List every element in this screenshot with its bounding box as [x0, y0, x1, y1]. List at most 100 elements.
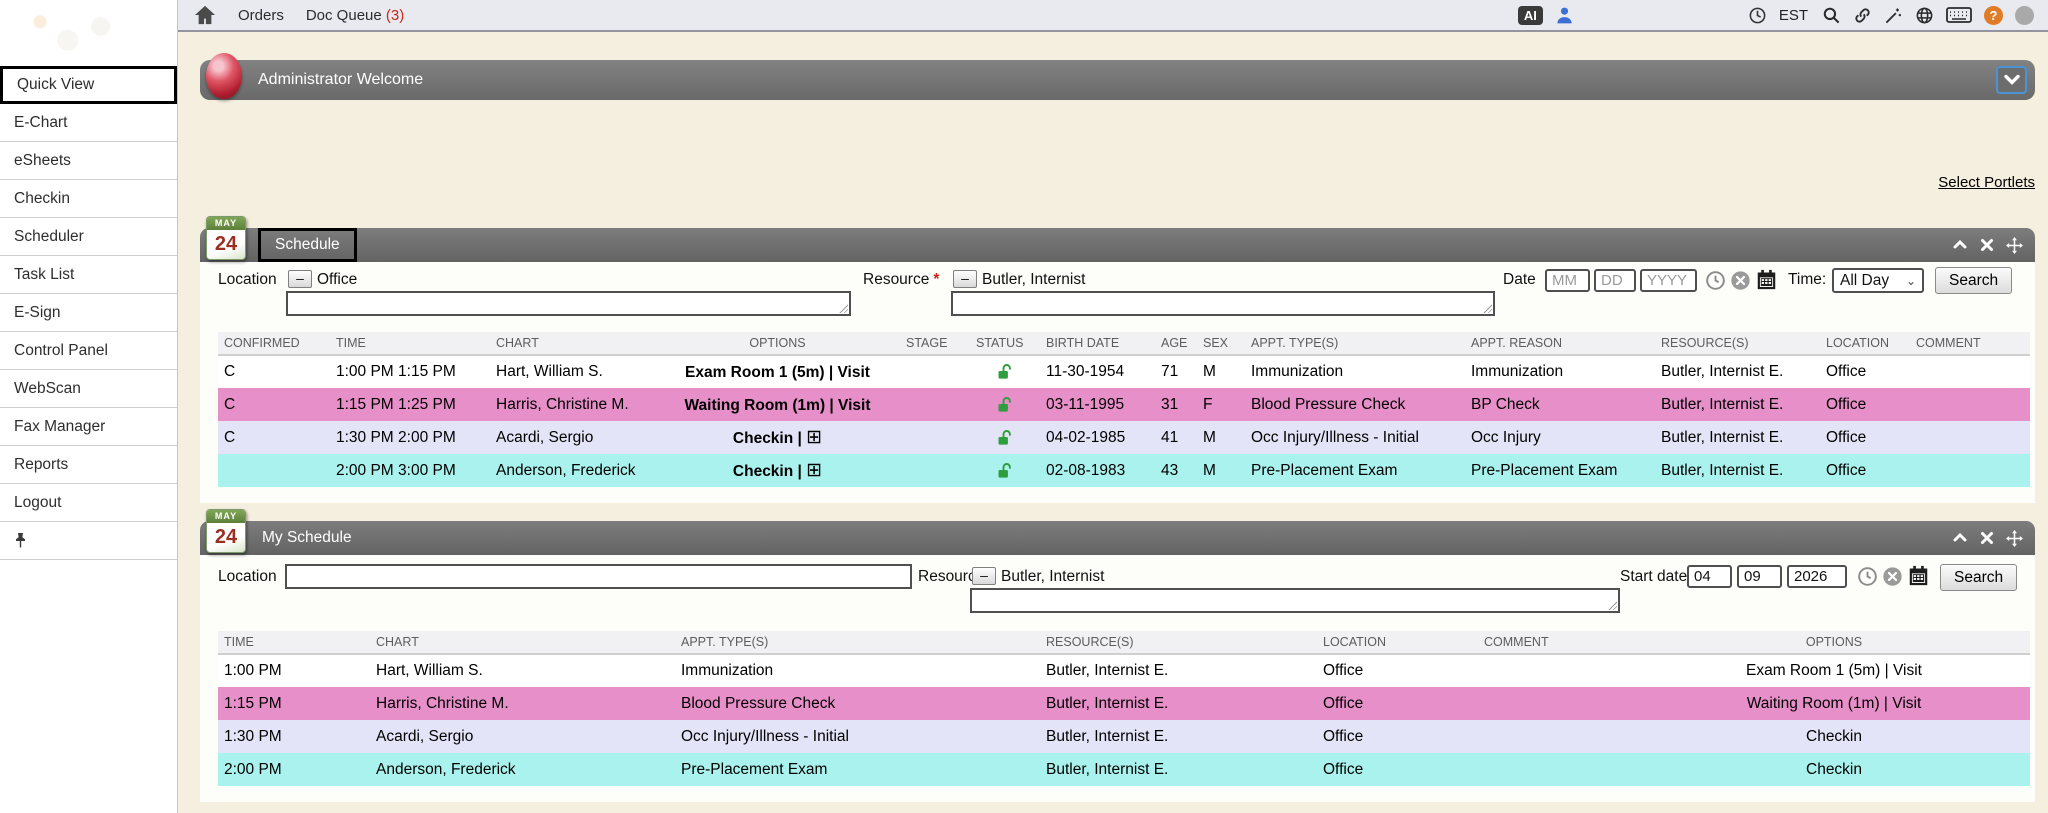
resource-input[interactable]	[970, 588, 1620, 613]
options-links[interactable]: Checkin | ⊞	[655, 454, 900, 487]
collapse-portlet-icon[interactable]	[1952, 530, 1968, 546]
welcome-collapse-button[interactable]	[1996, 66, 2027, 94]
location-collapse-button[interactable]: –	[288, 270, 312, 288]
nav-orders-link[interactable]: Orders	[238, 7, 284, 24]
expand-plus-icon[interactable]: ⊞	[806, 427, 822, 448]
table-row[interactable]: C 1:15 PM 1:25 PM Harris, Christine M. W…	[218, 388, 2030, 421]
start-date-yyyy-input[interactable]	[1787, 565, 1847, 588]
options-links[interactable]: Exam Room 1 (5m) | Visit	[655, 355, 900, 388]
resource-collapse-button[interactable]: –	[972, 567, 996, 585]
location-input[interactable]	[285, 564, 912, 589]
date-label: Date	[1503, 271, 1536, 289]
options-links[interactable]: Waiting Room (1m) | Visit	[655, 388, 900, 421]
user-icon[interactable]	[1555, 6, 1574, 25]
sidebar-item-esheets[interactable]: eSheets	[0, 142, 177, 180]
options-links[interactable]: Checkin	[1638, 720, 2030, 753]
location-label: Location	[218, 271, 277, 289]
sidebar-item-quick-view[interactable]: Quick View	[0, 66, 177, 104]
col-resources: RESOURCE(S)	[1655, 332, 1820, 355]
close-portlet-icon[interactable]	[1979, 237, 1995, 253]
sidebar-item-webscan[interactable]: WebScan	[0, 370, 177, 408]
nav-doc-queue-link[interactable]: Doc Queue (3)	[306, 7, 404, 24]
unlocked-icon[interactable]	[996, 363, 1014, 380]
globe-icon[interactable]	[1915, 6, 1934, 25]
keyboard-icon[interactable]	[1946, 6, 1972, 24]
doc-queue-count: (3)	[386, 7, 404, 24]
start-date-mm-input[interactable]	[1687, 565, 1732, 588]
table-row[interactable]: 1:15 PM Harris, Christine M. Blood Press…	[218, 687, 2030, 720]
start-date-dd-input[interactable]	[1737, 565, 1782, 588]
sidebar-item-scheduler[interactable]: Scheduler	[0, 218, 177, 256]
clock-icon[interactable]	[1748, 6, 1767, 25]
expand-plus-icon[interactable]: ⊞	[806, 460, 822, 481]
sidebar-item-control-panel[interactable]: Control Panel	[0, 332, 177, 370]
schedule-search-button[interactable]: Search	[1935, 267, 2012, 294]
time-picker-icon[interactable]	[1705, 270, 1726, 291]
red-orb-icon	[206, 53, 242, 99]
clear-date-icon[interactable]	[1730, 270, 1751, 291]
table-row[interactable]: 2:00 PM 3:00 PM Anderson, Frederick Chec…	[218, 454, 2030, 487]
date-yyyy-input[interactable]	[1640, 269, 1697, 292]
date-dd-input[interactable]	[1594, 269, 1636, 292]
my-schedule-portlet-header: MAY 24 My Schedule	[200, 521, 2035, 555]
col-options: OPTIONS	[655, 332, 900, 355]
unlocked-icon[interactable]	[996, 462, 1014, 479]
help-icon[interactable]: ?	[1984, 6, 2003, 25]
time-select[interactable]: All Day⌄	[1832, 268, 1924, 293]
col-options: OPTIONS	[1638, 631, 2030, 654]
timezone-label: EST	[1779, 7, 1808, 24]
table-row[interactable]: 1:00 PM Hart, William S. Immunization Bu…	[218, 654, 2030, 687]
ai-badge[interactable]: AI	[1518, 6, 1543, 25]
home-icon[interactable]	[194, 5, 216, 25]
resource-selected-value: Butler, Internist	[982, 271, 1085, 289]
move-portlet-icon[interactable]	[2006, 530, 2023, 547]
my-schedule-table-header-row: TIME CHART APPT. TYPE(S) RESOURCE(S) LOC…	[218, 631, 2030, 654]
unlocked-icon[interactable]	[996, 429, 1014, 446]
calendar-date-icon: MAY 24	[206, 216, 246, 260]
options-links[interactable]: Checkin | ⊞	[655, 421, 900, 454]
col-chart: CHART	[490, 332, 655, 355]
calendar-day: 24	[207, 230, 245, 258]
sidebar-pin-toggle[interactable]	[0, 522, 177, 560]
collapse-portlet-icon[interactable]	[1952, 237, 1968, 253]
col-chart: CHART	[370, 631, 675, 654]
table-row[interactable]: 1:30 PM Acardi, Sergio Occ Injury/Illnes…	[218, 720, 2030, 753]
close-portlet-icon[interactable]	[1979, 530, 1995, 546]
resource-collapse-button[interactable]: –	[953, 270, 977, 288]
unlocked-icon[interactable]	[996, 396, 1014, 413]
calendar-month: MAY	[207, 217, 245, 230]
col-comment: COMMENT	[1910, 332, 2030, 355]
select-portlets-link[interactable]: Select Portlets	[1938, 174, 2035, 191]
options-links[interactable]: Checkin	[1638, 753, 2030, 786]
time-picker-icon[interactable]	[1857, 566, 1878, 587]
location-label: Location	[218, 568, 277, 586]
options-links[interactable]: Exam Room 1 (5m) | Visit	[1638, 654, 2030, 687]
location-input[interactable]	[286, 291, 851, 316]
link-icon[interactable]	[1853, 6, 1872, 25]
col-status: STATUS	[970, 332, 1040, 355]
date-mm-input[interactable]	[1545, 269, 1590, 292]
search-icon[interactable]	[1822, 6, 1841, 25]
my-schedule-search-button[interactable]: Search	[1940, 564, 2017, 591]
sidebar-item-fax-manager[interactable]: Fax Manager	[0, 408, 177, 446]
sidebar: Quick View E-Chart eSheets Checkin Sched…	[0, 0, 178, 813]
time-label: Time:	[1788, 271, 1826, 289]
magic-wand-icon[interactable]	[1884, 6, 1903, 25]
sidebar-item-logout[interactable]: Logout	[0, 484, 177, 522]
sidebar-item-e-sign[interactable]: E-Sign	[0, 294, 177, 332]
sidebar-item-e-chart[interactable]: E-Chart	[0, 104, 177, 142]
sidebar-item-reports[interactable]: Reports	[0, 446, 177, 484]
my-schedule-portlet: MAY 24 My Schedule Location Resource – B…	[200, 521, 2035, 802]
table-row[interactable]: 2:00 PM Anderson, Frederick Pre-Placemen…	[218, 753, 2030, 786]
move-portlet-icon[interactable]	[2006, 237, 2023, 254]
calendar-picker-icon[interactable]	[1756, 269, 1777, 290]
sidebar-item-checkin[interactable]: Checkin	[0, 180, 177, 218]
resource-input[interactable]	[951, 291, 1495, 316]
table-row[interactable]: C 1:00 PM 1:15 PM Hart, William S. Exam …	[218, 355, 2030, 388]
sidebar-item-task-list[interactable]: Task List	[0, 256, 177, 294]
table-row[interactable]: C 1:30 PM 2:00 PM Acardi, Sergio Checkin…	[218, 421, 2030, 454]
options-links[interactable]: Waiting Room (1m) | Visit	[1638, 687, 2030, 720]
col-time: TIME	[218, 631, 370, 654]
calendar-picker-icon[interactable]	[1908, 565, 1929, 586]
clear-date-icon[interactable]	[1882, 566, 1903, 587]
